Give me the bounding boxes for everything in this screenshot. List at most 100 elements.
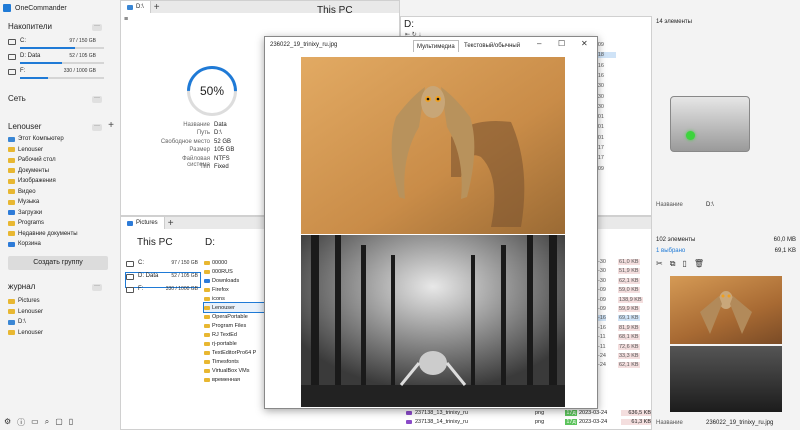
journal-item-label: D:\ (18, 319, 26, 325)
property-key: Путь (196, 130, 210, 137)
drive-row[interactable]: D: Data 52 / 105 GB (8, 53, 108, 67)
user-group-add-button[interactable]: + (106, 121, 116, 131)
close-button[interactable]: ✕ (581, 39, 588, 48)
folder-item[interactable]: RJ TextEd (204, 330, 264, 339)
drive-value: 52 / 105 GB (69, 53, 96, 59)
sidebar-item[interactable]: Документы (8, 166, 49, 176)
date-cell: -09 (598, 287, 606, 294)
image-viewer-window: 236022_19_trinixy_ru.jpg Мультимедиа Тек… (264, 36, 598, 409)
folder-item[interactable]: icons (204, 294, 264, 303)
hard-drive-icon (670, 96, 750, 152)
tab-text[interactable]: Текстовый/обычный (461, 40, 523, 52)
tab-pictures[interactable]: Pictures (121, 217, 165, 229)
pictures-icon (127, 220, 133, 226)
file-row[interactable]: 237138_14_trinixy_ru png 17д 2023-03-24 61,3… (400, 418, 652, 426)
folder-label: TextEditorPro64 P (212, 349, 257, 356)
sidebar-item[interactable]: Видео (8, 187, 36, 197)
property-key: Размер (189, 147, 210, 154)
journal-item[interactable]: D:\ (8, 317, 26, 327)
folder-icon (8, 178, 15, 184)
sidebar-item[interactable]: Programs (8, 218, 44, 228)
layout-icon[interactable]: ▭ (31, 417, 39, 428)
folder-list: 00000 000RUS Downloads Firefox icons Lenouser… (203, 258, 265, 384)
size-cell: 62,1 KB (618, 277, 640, 284)
sidebar-item[interactable]: Этот Компьютер (8, 134, 64, 144)
sidebar-item[interactable]: Недавние документы (8, 229, 78, 239)
maximize-button[interactable]: ☐ (558, 39, 565, 48)
selected-size: 69,1 KB (774, 248, 796, 254)
tab-multimedia[interactable]: Мультимедиа (413, 40, 459, 52)
folder-item[interactable]: Timesfonts (204, 357, 264, 366)
drive-usage-bar (20, 77, 104, 79)
drive-value: 330 / 1000 GB (63, 68, 96, 74)
size-cell: 59,9 KB (618, 306, 640, 312)
window-icon[interactable]: ▢ (55, 417, 63, 428)
minimize-button[interactable]: – (537, 39, 541, 48)
bottom-path: D: (205, 237, 215, 248)
chat-icon[interactable]: ▯ (69, 417, 73, 428)
delete-icon[interactable]: 🗑 (694, 259, 704, 269)
sidebar-item[interactable]: Корзина (8, 239, 41, 249)
settings-icon[interactable]: ⚙ (4, 417, 11, 428)
journal-item[interactable]: Lenouser (8, 328, 43, 338)
tab-d[interactable]: D:\ (121, 1, 151, 13)
file-ext: png (535, 419, 545, 425)
bottom-drive-row[interactable]: F: 330 / 1000 GB (126, 286, 200, 300)
drive-usage-bar (20, 62, 104, 64)
journal-item[interactable]: Lenouser (8, 307, 43, 317)
sidebar-item-label: Видео (18, 188, 36, 195)
folder-item[interactable]: TextEditorPro64 P (204, 348, 264, 357)
size-cell: 72,6 KB (618, 343, 640, 350)
cut-icon[interactable]: ✂ (656, 259, 663, 269)
info-icon[interactable]: ⓘ (17, 417, 25, 428)
drive-row[interactable]: C: 97 / 150 GB (8, 38, 108, 52)
drives-more-button[interactable]: ··· (92, 23, 102, 31)
date-cell: -17 (596, 145, 604, 151)
journal-more-button[interactable]: ··· (92, 283, 102, 291)
drive-row[interactable]: F: 330 / 1000 GB (8, 68, 108, 82)
date-cell: -24 (598, 353, 606, 359)
network-more-button[interactable]: ··· (92, 95, 102, 103)
date-cell: -01 (596, 134, 604, 141)
journal-item-label: Lenouser (18, 329, 44, 336)
folder-item[interactable]: 00000 (204, 258, 264, 267)
sidebar-item[interactable]: Загрузки (8, 208, 42, 218)
folder-item[interactable]: OperaPortable (204, 312, 264, 321)
folder-item[interactable]: Program Files (204, 321, 264, 330)
folder-icon (8, 330, 15, 335)
size-cell: 59,0 KB (618, 287, 640, 294)
copy-icon[interactable]: ⧉ (670, 259, 676, 269)
folder-icon (8, 298, 15, 304)
folder-item[interactable]: Downloads (204, 276, 264, 285)
sidebar-item[interactable]: Lenouser (8, 145, 43, 155)
user-group-more-button[interactable]: ··· (92, 123, 102, 131)
folder-icon (204, 368, 210, 373)
folder-item[interactable]: rj-portable (204, 339, 264, 348)
folder-item[interactable]: Lenouser (203, 302, 265, 313)
property-key: Свободное место (160, 138, 210, 145)
sidebar-item[interactable]: Рабочий стол (8, 155, 56, 165)
sidebar-item[interactable]: Музыка (8, 197, 39, 207)
sidebar-item-label: Этот Компьютер (18, 136, 64, 142)
folder-item[interactable]: Firefox (204, 285, 264, 294)
folder-label: временная (212, 376, 240, 383)
add-tab-button[interactable]: + (151, 2, 163, 13)
date-cell: -01 (596, 114, 604, 121)
bottom-drive-row[interactable]: C: 97 / 150 GB (126, 260, 200, 274)
create-group-button[interactable]: Создать группу (8, 256, 108, 270)
folder-item[interactable]: VirtualBox VMs (204, 366, 264, 375)
folder-item[interactable]: 000RUS (204, 267, 264, 276)
recycle-icon (8, 241, 15, 247)
file-row[interactable]: 237138_13_trinixy_ru png 17д 2023-03-24 636,… (400, 409, 652, 417)
drive-name: F: (20, 68, 26, 74)
search-icon[interactable]: ⌕ (45, 417, 49, 428)
menu-icon[interactable]: ≡ (124, 16, 128, 23)
drive-icon (126, 274, 134, 280)
add-tab-button[interactable]: + (165, 218, 177, 229)
paste-icon[interactable]: ▯ (682, 259, 686, 269)
bottom-drive-row[interactable]: D: Data 52 / 105 GB (125, 272, 201, 288)
date-cell: -30 (598, 277, 606, 284)
journal-item[interactable]: Pictures (8, 296, 40, 306)
folder-item[interactable]: временная (204, 375, 264, 384)
sidebar-item[interactable]: Изображения (8, 176, 56, 186)
